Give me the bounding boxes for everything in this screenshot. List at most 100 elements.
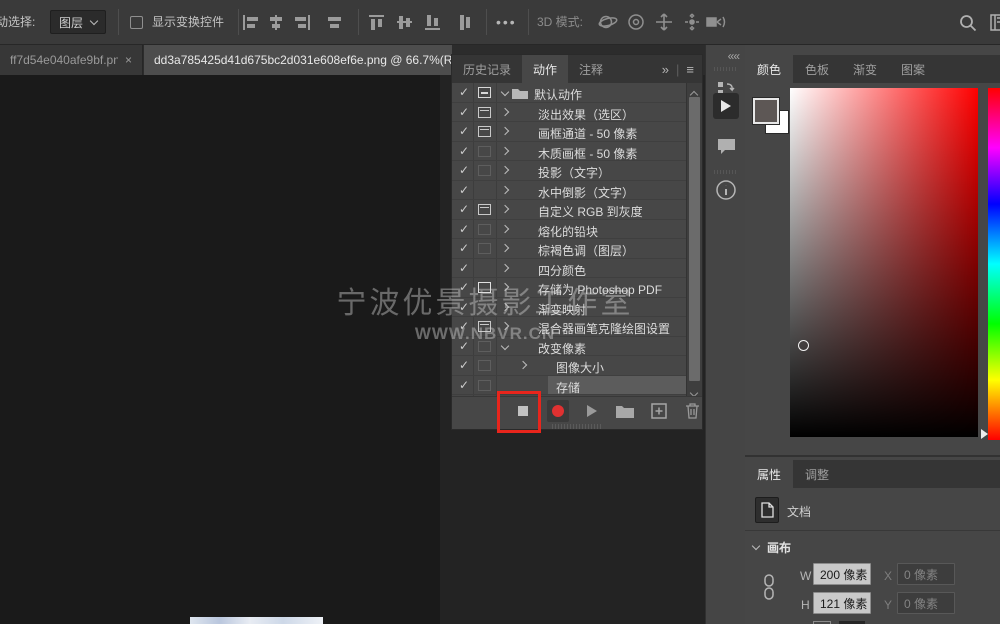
item-enabled-checkmark[interactable]: ✓: [459, 339, 469, 353]
actions-scrollbar[interactable]: [686, 83, 702, 396]
dock-drag-ridge[interactable]: [714, 170, 738, 174]
actions-panel-button[interactable]: [713, 93, 739, 119]
3d-roll-button[interactable]: [626, 13, 646, 31]
tab-close-icon[interactable]: ×: [125, 53, 132, 67]
item-enabled-checkmark[interactable]: ✓: [459, 105, 469, 119]
color-field[interactable]: [790, 88, 978, 437]
show-transform-checkbox[interactable]: [130, 16, 143, 29]
color-picker-ring[interactable]: [798, 340, 809, 351]
dialog-toggle-icon[interactable]: [478, 282, 491, 293]
info-panel-button[interactable]: [713, 177, 739, 203]
tab-actions[interactable]: 动作: [522, 55, 568, 83]
section-collapse-icon[interactable]: [752, 542, 760, 550]
hue-slider-pointer[interactable]: [981, 429, 988, 439]
3d-pan-button[interactable]: [654, 13, 674, 31]
dialog-toggle-icon[interactable]: [478, 87, 491, 98]
link-dimensions-toggle[interactable]: [763, 574, 775, 600]
more-options-button[interactable]: •••: [496, 0, 517, 45]
align-top-edges-button[interactable]: [368, 15, 385, 30]
item-enabled-checkmark[interactable]: ✓: [459, 241, 469, 255]
tab-gradients[interactable]: 渐变: [841, 55, 889, 83]
height-input[interactable]: 121 像素: [813, 592, 871, 614]
expand-closed-icon[interactable]: [501, 263, 509, 271]
expand-closed-icon[interactable]: [519, 361, 527, 369]
item-enabled-checkmark[interactable]: ✓: [459, 163, 469, 177]
action-row[interactable]: ✓棕褐色调（图层）: [452, 239, 686, 259]
item-enabled-checkmark[interactable]: ✓: [459, 300, 469, 314]
foreground-background-swatches[interactable]: [753, 98, 791, 136]
dialog-toggle-icon[interactable]: [478, 321, 491, 332]
play-button[interactable]: [582, 401, 602, 421]
expand-closed-icon[interactable]: [501, 302, 509, 310]
tab-swatches[interactable]: 色板: [793, 55, 841, 83]
y-input[interactable]: 0 像素: [897, 592, 955, 614]
panel-menu-icon[interactable]: ≡: [686, 62, 694, 77]
document-tab-inactive[interactable]: ff7d54e040afe9bf.png ×: [0, 45, 143, 75]
tab-adjustments[interactable]: 调整: [793, 460, 841, 488]
align-right-edges-button[interactable]: [294, 15, 311, 30]
dialog-toggle-icon[interactable]: [478, 204, 491, 215]
action-row[interactable]: ✓画框通道 - 50 像素: [452, 122, 686, 142]
notes-panel-button[interactable]: [713, 133, 739, 159]
tab-notes[interactable]: 注释: [568, 55, 614, 83]
item-enabled-checkmark[interactable]: ✓: [459, 124, 469, 138]
collapse-panels-icon[interactable]: ««: [728, 49, 739, 63]
action-row[interactable]: ✓投影（文字）: [452, 161, 686, 181]
tab-history[interactable]: 历史记录: [452, 55, 522, 83]
action-row[interactable]: ✓存储: [452, 376, 686, 396]
action-row[interactable]: ✓自定义 RGB 到灰度: [452, 200, 686, 220]
action-row[interactable]: ✓四分颜色: [452, 259, 686, 279]
expand-open-icon[interactable]: [501, 341, 509, 349]
item-enabled-checkmark[interactable]: ✓: [459, 319, 469, 333]
item-enabled-checkmark[interactable]: ✓: [459, 202, 469, 216]
action-row[interactable]: ✓熔化的铅块: [452, 220, 686, 240]
action-row[interactable]: ✓混合器画笔克隆绘图设置: [452, 317, 686, 337]
action-row[interactable]: ✓默认动作: [452, 83, 686, 103]
tab-color[interactable]: 颜色: [745, 55, 793, 83]
new-action-button[interactable]: [649, 401, 669, 421]
canvas-section-header[interactable]: 画布: [753, 539, 791, 556]
action-row[interactable]: ✓存储为 Photoshop PDF: [452, 278, 686, 298]
action-row[interactable]: ✓图像大小: [452, 356, 686, 376]
3d-slide-button[interactable]: [682, 13, 702, 31]
item-enabled-checkmark[interactable]: ✓: [459, 261, 469, 275]
tab-patterns[interactable]: 图案: [889, 55, 937, 83]
expand-closed-icon[interactable]: [501, 166, 509, 174]
expand-closed-icon[interactable]: [501, 224, 509, 232]
record-button[interactable]: [547, 400, 569, 422]
dialog-toggle-icon[interactable]: [478, 126, 491, 137]
3d-orbit-button[interactable]: [596, 13, 618, 31]
foreground-color-swatch[interactable]: [753, 98, 779, 124]
panel-expand-icon[interactable]: »: [662, 62, 669, 77]
align-vertical-centers-button[interactable]: [268, 15, 285, 30]
expand-closed-icon[interactable]: [501, 127, 509, 135]
dialog-toggle-icon[interactable]: [478, 380, 491, 391]
workspace-switcher-button[interactable]: [990, 14, 1000, 31]
panel-resize-grip[interactable]: [552, 424, 602, 429]
layer-select-dropdown[interactable]: 图层: [50, 10, 106, 34]
new-set-button[interactable]: [615, 401, 637, 421]
distribute-horizontal-button[interactable]: [326, 15, 343, 30]
dialog-toggle-icon[interactable]: [478, 224, 491, 235]
action-row[interactable]: ✓渐变映射: [452, 298, 686, 318]
align-bottom-edges-button[interactable]: [424, 15, 441, 30]
item-enabled-checkmark[interactable]: ✓: [459, 85, 469, 99]
search-button[interactable]: [958, 13, 978, 33]
x-input[interactable]: 0 像素: [897, 563, 955, 585]
dialog-toggle-icon[interactable]: [478, 165, 491, 176]
action-row[interactable]: ✓木质画框 - 50 像素: [452, 142, 686, 162]
width-input[interactable]: 200 像素: [813, 563, 871, 585]
delete-action-button[interactable]: [682, 401, 702, 421]
expand-closed-icon[interactable]: [501, 146, 509, 154]
expand-closed-icon[interactable]: [501, 107, 509, 115]
dialog-toggle-icon[interactable]: [478, 360, 491, 371]
item-enabled-checkmark[interactable]: ✓: [459, 183, 469, 197]
align-middle-button[interactable]: [396, 15, 413, 30]
expand-closed-icon[interactable]: [501, 205, 509, 213]
dialog-toggle-icon[interactable]: [478, 107, 491, 118]
expand-closed-icon[interactable]: [501, 244, 509, 252]
expand-closed-icon[interactable]: [501, 283, 509, 291]
scrollbar-thumb[interactable]: [689, 97, 700, 381]
document-tab-active[interactable]: dd3a785425d41d675bc2d031e608ef6e.png @ 6…: [144, 45, 452, 75]
item-enabled-checkmark[interactable]: ✓: [459, 358, 469, 372]
